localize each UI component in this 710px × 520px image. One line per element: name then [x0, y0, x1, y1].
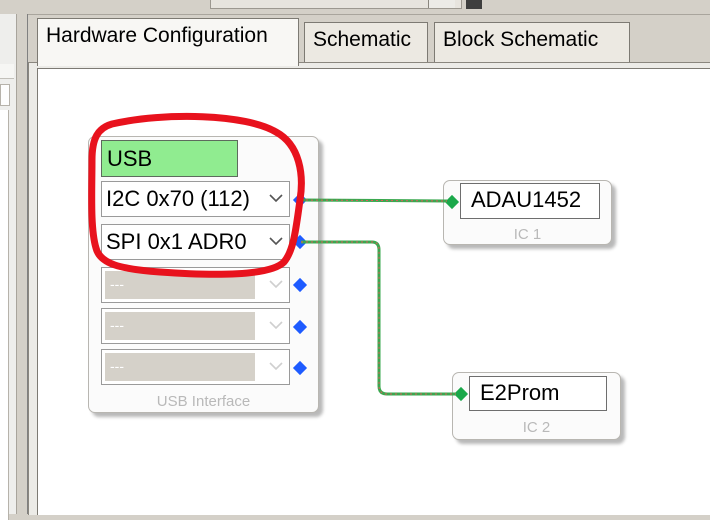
- left-panel-item[interactable]: [0, 84, 10, 106]
- usb-badge: USB: [101, 140, 238, 177]
- chevron-down-icon: [269, 321, 283, 330]
- usb-interface-title: USB Interface: [156, 393, 251, 410]
- toolbar-field[interactable]: [210, 0, 462, 9]
- chevron-down-icon: [269, 280, 283, 289]
- tab-block-schematic[interactable]: Block Schematic: [434, 22, 630, 62]
- ic1-label: IC 1: [513, 226, 542, 243]
- port-2-dropdown[interactable]: SPI 0x1 ADR0: [101, 224, 290, 260]
- port-3-value: ---: [105, 271, 255, 299]
- tab-schematic[interactable]: Schematic: [304, 22, 428, 62]
- left-panel-list[interactable]: [0, 110, 9, 520]
- port-4-value: ---: [105, 312, 255, 340]
- splitter[interactable]: [17, 14, 28, 514]
- toolbar-dropdown-icon[interactable]: [466, 0, 482, 9]
- port-3-dropdown: ---: [101, 267, 290, 303]
- tab-hardware-configuration[interactable]: Hardware Configuration: [37, 18, 299, 66]
- port-4-dropdown: ---: [101, 308, 290, 344]
- ic2-label: IC 2: [522, 419, 551, 436]
- chevron-down-icon: [269, 194, 283, 203]
- port-5-dropdown: ---: [101, 349, 290, 385]
- top-toolbar: [0, 0, 710, 15]
- left-panel-header: [0, 64, 14, 79]
- ic2-name: E2Prom: [469, 376, 607, 411]
- port-1-value: I2C 0x70 (112): [106, 186, 250, 211]
- ic1-name: ADAU1452: [460, 183, 600, 219]
- chevron-down-icon: [269, 362, 283, 371]
- port-2-value: SPI 0x1 ADR0: [106, 229, 247, 254]
- port-5-value: ---: [105, 353, 255, 381]
- toolbar-field-button[interactable]: [428, 0, 455, 8]
- left-panel: [0, 14, 17, 520]
- port-1-dropdown[interactable]: I2C 0x70 (112): [101, 181, 290, 217]
- chevron-down-icon: [269, 237, 283, 246]
